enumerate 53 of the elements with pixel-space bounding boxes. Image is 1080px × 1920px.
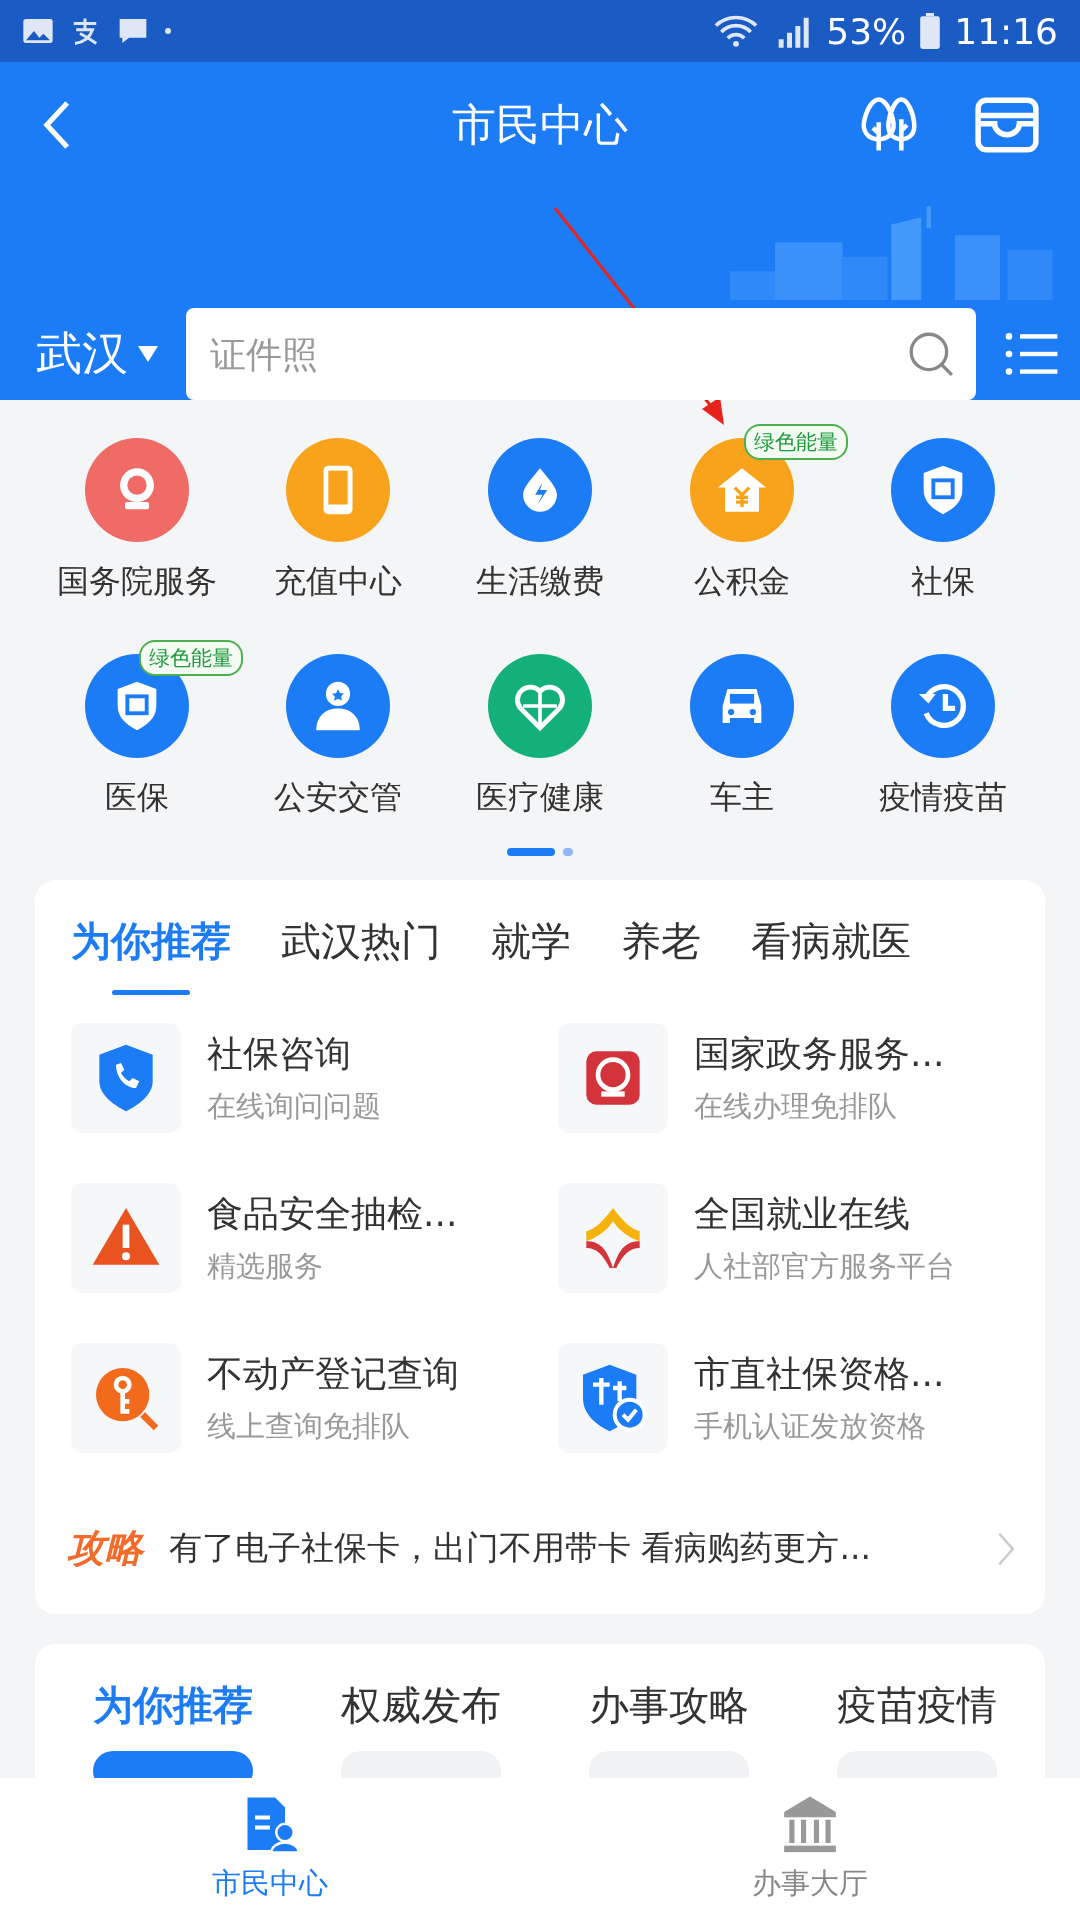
battery-icon [920, 13, 941, 49]
service-subtitle: 线上查询免排队 [207, 1407, 411, 1445]
dropdown-caret-icon [138, 346, 158, 362]
service-shortcut[interactable]: 疫情疫苗 [842, 640, 1044, 820]
wifi-icon [714, 14, 759, 48]
service-subtitle: 精选服务 [207, 1247, 324, 1285]
service-item[interactable]: 全国就业在线 人社部官方服务平台 [558, 1183, 1045, 1293]
service-shortcut[interactable]: 车主 [640, 640, 843, 820]
dot-icon [164, 27, 172, 35]
service-title: 全国就业在线 [694, 1191, 911, 1236]
service-subtitle: 在线办理免排队 [694, 1087, 898, 1125]
category-tab[interactable]: 为你推荐 [71, 914, 231, 995]
category-tab[interactable]: 养老 [621, 914, 701, 995]
energy-badge: 绿色能量 [138, 640, 243, 676]
news-tab[interactable]: 为你推荐 [93, 1678, 253, 1733]
chevron-right-icon [997, 1531, 1015, 1566]
news-tab[interactable]: 权威发布 [341, 1678, 501, 1733]
tip-text: 有了电子社保卡，出门不用带卡 看病购药更方... [169, 1527, 872, 1569]
news-tab[interactable]: 办事攻略 [589, 1678, 749, 1733]
service-title: 社保咨询 [207, 1031, 352, 1076]
service-item[interactable]: 国家政务服务... 在线办理免排队 [558, 1023, 1045, 1133]
service-title: 市直社保资格... [694, 1351, 945, 1396]
energy-badge: 绿色能量 [743, 424, 848, 460]
service-shortcut[interactable]: 国务院服务 [36, 424, 238, 604]
tip-row[interactable]: 攻略 有了电子社保卡，出门不用带卡 看病购药更方... [35, 1453, 1045, 1614]
service-subtitle: 人社部官方服务平台 [694, 1247, 955, 1285]
service-shortcut[interactable]: 充值中心 [237, 424, 440, 604]
service-item[interactable]: 市直社保资格... 手机认证发放资格 [558, 1343, 1045, 1453]
service-subtitle: 手机认证发放资格 [694, 1407, 927, 1445]
service-title: 不动产登记查询 [207, 1351, 459, 1396]
news-tab[interactable]: 疫苗疫情 [837, 1678, 997, 1733]
search-field[interactable]: 证件照 [186, 308, 976, 400]
battery-percent: 53% [826, 10, 907, 52]
category-tab[interactable]: 就学 [491, 914, 571, 995]
nav-tab[interactable]: 办事大厅 [540, 1778, 1080, 1920]
category-tab[interactable]: 武汉热门 [281, 914, 441, 995]
gallery-icon [22, 17, 54, 45]
city-selector[interactable]: 武汉 [36, 323, 158, 385]
service-subtitle: 在线询问问题 [207, 1087, 381, 1125]
service-title: 国家政务服务... [694, 1031, 945, 1076]
service-item[interactable]: 不动产登记查询 线上查询免排队 [71, 1343, 558, 1453]
menu-icon[interactable] [1004, 332, 1058, 376]
nav-tab[interactable]: 市民中心 [0, 1778, 540, 1920]
wallet-icon[interactable] [974, 96, 1040, 154]
service-item[interactable]: 社保咨询 在线询问问题 [71, 1023, 558, 1133]
service-item[interactable]: 食品安全抽检... 精选服务 [71, 1183, 558, 1293]
service-shortcut[interactable]: 医疗健康 [439, 640, 641, 820]
service-title: 食品安全抽检... [207, 1191, 458, 1236]
guide-tag: 攻略 [67, 1523, 143, 1574]
category-tab[interactable]: 看病就医 [751, 914, 911, 995]
page-title: 市民中心 [452, 98, 628, 150]
clock-time: 11:16 [954, 10, 1058, 52]
service-shortcut[interactable]: 生活缴费 [439, 424, 641, 604]
